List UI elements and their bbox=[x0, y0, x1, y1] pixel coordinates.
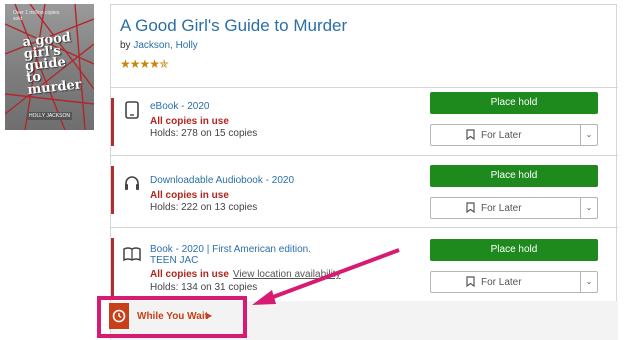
availability-status-text: All copies in use bbox=[150, 269, 229, 280]
format-title-line1: Book - 2020 | First American edition. bbox=[150, 244, 312, 255]
chevron-down-icon[interactable]: ⌄ bbox=[580, 198, 597, 218]
availability-status: All copies in use View location availabil… bbox=[150, 269, 341, 280]
place-hold-button[interactable]: Place hold bbox=[430, 165, 598, 187]
bookmark-icon bbox=[466, 276, 475, 287]
bookmark-icon bbox=[466, 202, 475, 213]
format-row-book: Book - 2020 | First American edition. TE… bbox=[111, 227, 618, 301]
cover-author: HOLLY JACKSON bbox=[27, 112, 72, 120]
availability-status: All copies in use bbox=[150, 116, 229, 127]
cover-top-text: Over 1 million copies sold bbox=[13, 10, 60, 22]
format-call-number: TEEN JAC bbox=[150, 255, 199, 266]
format-title[interactable]: Downloadable Audiobook - 2020 bbox=[150, 175, 320, 186]
headphones-icon bbox=[125, 176, 139, 190]
format-row-ebook: eBook - 2020 All copies in use Holds: 27… bbox=[111, 87, 618, 155]
place-hold-button[interactable]: Place hold bbox=[430, 92, 598, 114]
tablet-icon bbox=[125, 101, 139, 119]
by-label: by bbox=[120, 40, 131, 51]
availability-bar bbox=[111, 166, 114, 214]
holds-count: Holds: 222 on 13 copies bbox=[150, 202, 258, 213]
for-later-label: For Later bbox=[481, 130, 522, 141]
author-line: by Jackson, Holly bbox=[120, 40, 198, 51]
chevron-down-icon[interactable]: ⌄ bbox=[580, 125, 597, 145]
for-later-label: For Later bbox=[481, 277, 522, 288]
availability-status: All copies in use bbox=[150, 190, 229, 201]
holds-count: Holds: 134 on 31 copies bbox=[150, 282, 258, 293]
annotation-highlight-box bbox=[97, 296, 247, 338]
title-record-panel: A Good Girl's Guide to Murder by Jackson… bbox=[110, 4, 618, 340]
cover-title: a good girl's guide to murder bbox=[21, 30, 83, 98]
book-title[interactable]: A Good Girl's Guide to Murder bbox=[120, 16, 347, 36]
open-book-icon bbox=[123, 247, 141, 262]
for-later-button[interactable]: For Later ⌄ bbox=[430, 197, 598, 219]
author-link[interactable]: Jackson, Holly bbox=[133, 40, 197, 51]
for-later-label: For Later bbox=[481, 203, 522, 214]
for-later-button[interactable]: For Later ⌄ bbox=[430, 124, 598, 146]
view-location-availability-link[interactable]: View location availability bbox=[233, 269, 341, 280]
availability-bar bbox=[111, 238, 114, 298]
holds-count: Holds: 278 on 15 copies bbox=[150, 128, 258, 139]
for-later-button[interactable]: For Later ⌄ bbox=[430, 271, 598, 293]
rating-stars: ★★★★✯ bbox=[120, 57, 169, 71]
book-cover[interactable]: Over 1 million copies sold a good girl's… bbox=[5, 4, 94, 130]
bookmark-icon bbox=[466, 129, 475, 140]
format-row-audiobook: Downloadable Audiobook - 2020 All copies… bbox=[111, 155, 618, 227]
chevron-down-icon[interactable]: ⌄ bbox=[580, 272, 597, 292]
availability-bar bbox=[111, 98, 114, 146]
place-hold-button[interactable]: Place hold bbox=[430, 239, 598, 261]
format-title[interactable]: Book - 2020 | First American edition. TE… bbox=[150, 244, 320, 266]
format-title[interactable]: eBook - 2020 bbox=[150, 101, 320, 112]
